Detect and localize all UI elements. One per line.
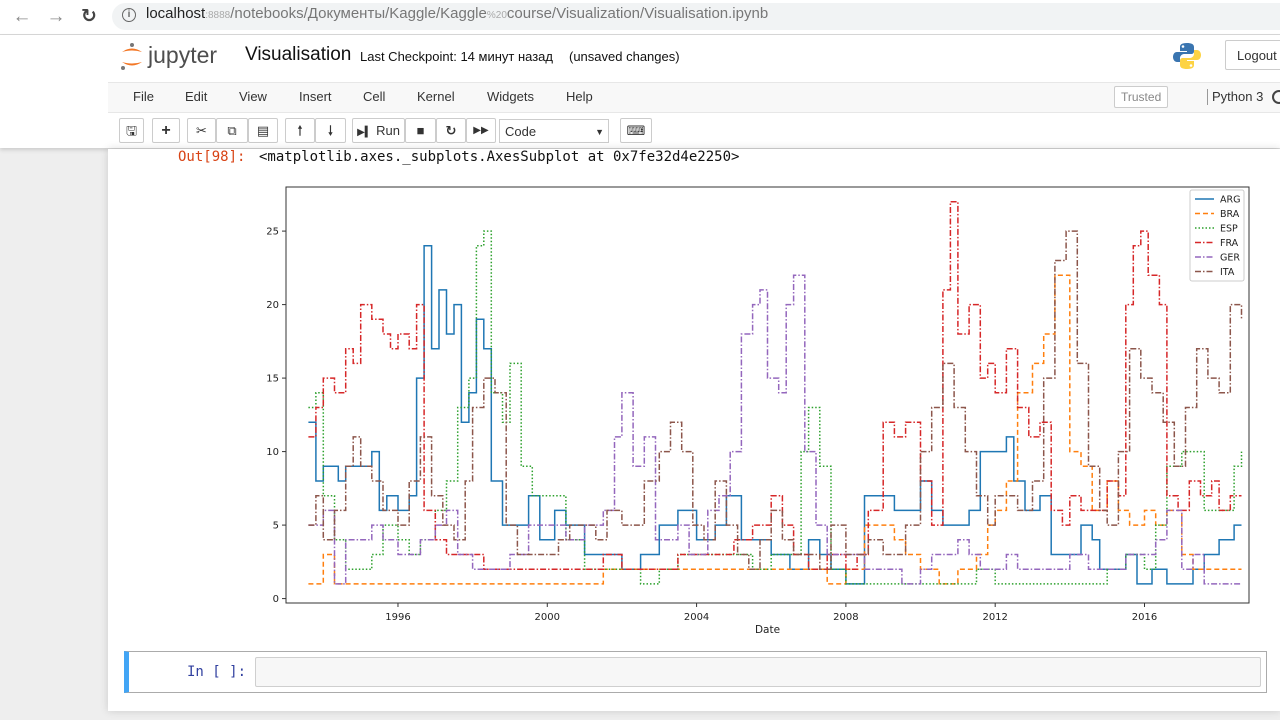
chevron-down-icon: ▼ <box>595 127 604 137</box>
legend-label: BRA <box>1220 209 1240 220</box>
menu-kernel[interactable]: Kernel <box>417 89 455 104</box>
url-text[interactable]: localhost:8888/notebooks/Документы/Kaggl… <box>146 5 768 22</box>
menu-help[interactable]: Help <box>566 89 593 104</box>
browser-toolbar: ← → ↻ i localhost:8888/notebooks/Докумен… <box>0 0 1280 35</box>
restart-icon[interactable]: ↻ <box>436 118 466 143</box>
paste-icon[interactable]: ▤ <box>248 118 278 143</box>
legend-label: ARG <box>1220 195 1240 206</box>
y-tick-label: 25 <box>266 227 279 238</box>
code-input[interactable] <box>255 657 1261 687</box>
run-label: Run <box>376 123 400 138</box>
legend-label: FRA <box>1220 238 1239 249</box>
notebook-title[interactable]: Visualisation <box>245 44 351 66</box>
trusted-badge[interactable]: Trusted <box>1114 86 1169 108</box>
forward-icon[interactable]: → <box>45 6 67 28</box>
checkpoint-status: Last Checkpoint: 14 минут назад <box>360 49 554 64</box>
menu-cell[interactable]: Cell <box>363 89 385 104</box>
x-tick-label: 2004 <box>684 612 709 623</box>
line-chart: 1996 2000 2004 2008 2012 2016 0 5 10 15 20 25 Date AR… <box>266 186 1250 636</box>
stop-icon[interactable]: ■ <box>405 118 436 143</box>
menu-widgets[interactable]: Widgets <box>487 89 534 104</box>
copy-icon[interactable]: ⧉ <box>216 118 248 143</box>
autosave-status: (unsaved changes) <box>569 49 680 64</box>
x-axis-label: Date <box>755 624 780 636</box>
x-tick-label: 2016 <box>1132 612 1157 623</box>
save-icon[interactable]: 🖫 <box>119 118 144 143</box>
insert-cell-icon[interactable]: + <box>152 118 180 143</box>
command-palette-icon[interactable]: ⌨ <box>620 118 652 143</box>
legend-label: ITA <box>1220 267 1235 278</box>
python-logo-icon <box>1173 43 1201 69</box>
info-icon[interactable]: i <box>122 8 136 22</box>
menu-insert[interactable]: Insert <box>299 89 332 104</box>
menu-edit[interactable]: Edit <box>185 89 207 104</box>
run-button[interactable]: ▶▍ Run <box>352 118 405 143</box>
menu-bar <box>108 82 1280 113</box>
x-tick-label: 1996 <box>385 612 410 623</box>
x-tick-label: 2008 <box>833 612 858 623</box>
y-tick-label: 5 <box>273 521 279 532</box>
move-down-icon[interactable]: 🠓 <box>315 118 346 143</box>
cell-type-select[interactable]: Code ▼ <box>499 119 609 143</box>
y-tick-label: 15 <box>266 374 279 385</box>
output-prompt: Out[98]: <box>178 149 246 165</box>
legend-label: GER <box>1220 253 1240 264</box>
input-prompt: In [ ]: <box>187 664 247 680</box>
svg-text:jupyter: jupyter <box>147 42 217 68</box>
x-tick-label: 2012 <box>982 612 1007 623</box>
run-icon: ▶▍ <box>357 127 373 138</box>
cell-type-value: Code <box>505 124 537 139</box>
y-tick-label: 10 <box>266 447 279 458</box>
back-icon[interactable]: ← <box>11 6 33 28</box>
plot-area <box>285 186 1250 604</box>
kernel-name: Python 3 <box>1207 89 1263 105</box>
output-text: <matplotlib.axes._subplots.AxesSubplot a… <box>259 149 740 165</box>
y-tick-label: 0 <box>273 594 279 605</box>
legend-label: ESP <box>1220 224 1238 235</box>
logout-button[interactable]: Logout <box>1225 40 1280 70</box>
x-tick-label: 2000 <box>535 612 560 623</box>
restart-run-all-icon[interactable]: ▶▶ <box>466 118 496 143</box>
menu-file[interactable]: File <box>133 89 154 104</box>
kernel-status-icon <box>1272 90 1280 104</box>
move-up-icon[interactable]: 🠑 <box>285 118 315 143</box>
reload-icon[interactable]: ↻ <box>78 6 100 28</box>
cut-icon[interactable]: ✂ <box>187 118 216 143</box>
menu-view[interactable]: View <box>239 89 267 104</box>
y-tick-label: 20 <box>266 300 279 311</box>
jupyter-logo[interactable]: jupyter <box>120 42 230 72</box>
